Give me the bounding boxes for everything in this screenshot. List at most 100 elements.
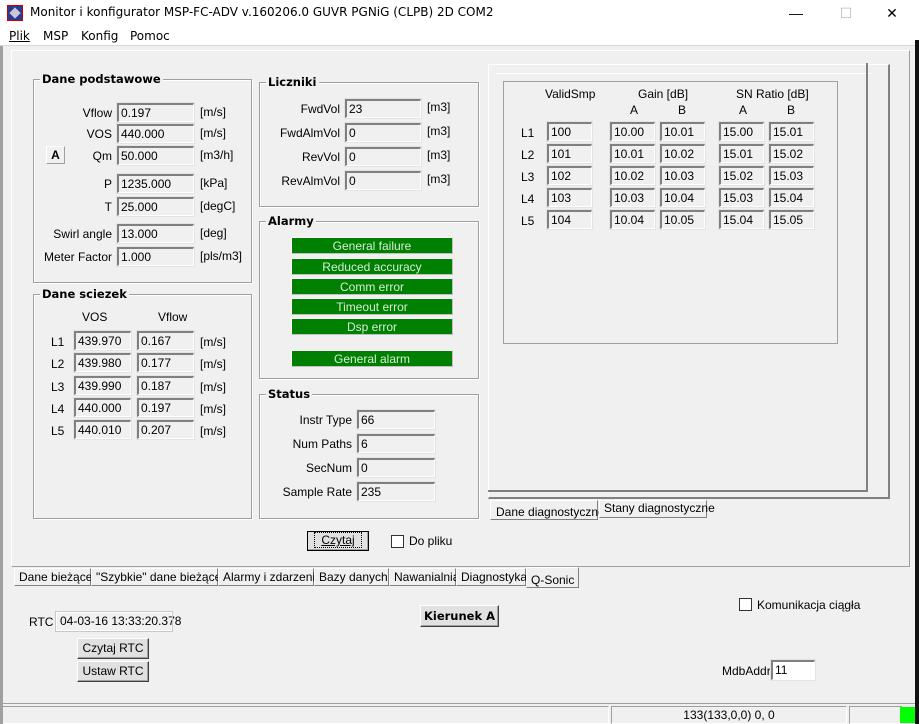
group-title: Dane podstawowe (40, 72, 163, 86)
counter-label: FwdAlmVol (279, 126, 340, 140)
unit-label: [pls/m3] (200, 249, 243, 263)
maximize-button[interactable]: ☐ (823, 0, 869, 26)
gain-b-field: 10.02 (659, 143, 706, 164)
field-label: Qm (92, 149, 112, 163)
menu-plik[interactable]: Plik (9, 29, 30, 43)
maximize-icon: ☐ (839, 4, 853, 21)
value-field: 25.000 (116, 196, 195, 217)
path-label: L4 (51, 402, 65, 416)
tab-label: Stany diagnostyczne (604, 501, 715, 515)
status-cell-left (3, 706, 609, 724)
tab-label: Dane diagnostyczne (496, 505, 605, 519)
unit-label: [kPa] (200, 176, 228, 190)
vos-field: 439.980 (73, 352, 132, 373)
unit-label: [m3] (427, 124, 451, 138)
field-label: Vflow (82, 106, 112, 120)
sub-header-sn-a: A (739, 103, 748, 117)
main-tab[interactable]: Alarmy i zdarzenia (218, 568, 322, 586)
continuous-comm-checkbox[interactable] (739, 598, 752, 611)
tab-dane-diagnostyczne[interactable]: Dane diagnostyczne (490, 500, 605, 520)
col-header-gain: Gain [dB] (638, 87, 689, 101)
field-label: T (104, 200, 112, 214)
menu-konfig[interactable]: Konfig (81, 29, 118, 43)
alarm-indicator: Dsp error (291, 318, 453, 335)
vos-field: 439.990 (73, 375, 132, 396)
unit-label: [m3/h] (200, 148, 234, 162)
counter-label: RevAlmVol (281, 174, 340, 188)
field-label: P (103, 177, 112, 191)
field-label: Meter Factor (43, 250, 112, 264)
to-file-checkbox[interactable] (391, 535, 404, 548)
col-header-vflow: Vflow (158, 310, 188, 324)
close-button[interactable]: ✕ (869, 0, 915, 26)
close-icon: ✕ (886, 4, 898, 21)
unit-label: [m/s] (200, 335, 226, 349)
main-tab[interactable]: "Szybkie" dane bieżące (91, 568, 221, 586)
tab-stany-diagnostyczne[interactable]: Stany diagnostyczne (599, 500, 715, 518)
status-field: 6 (356, 433, 436, 454)
main-tab[interactable]: Dane bieżące (14, 568, 92, 586)
value-field: 0.197 (116, 102, 195, 123)
read-button[interactable]: Czytaj (307, 531, 369, 551)
sn-b-field: 15.01 (768, 121, 815, 142)
minimize-button[interactable]: — (773, 0, 819, 26)
path-label: L1 (521, 126, 535, 140)
mdbaddr-label: MdbAddr (722, 664, 771, 678)
rtc-value: 04-03-16 13:33:20.378 (55, 611, 181, 632)
path-label: L3 (521, 170, 535, 184)
connection-indicator (900, 707, 915, 723)
unit-label: [m3] (427, 172, 451, 186)
vos-field: 439.970 (73, 330, 132, 351)
group-title: Liczniki (266, 75, 319, 89)
counter-label: RevVol (301, 150, 340, 164)
col-header-sn-ratio: SN Ratio [dB] (736, 87, 809, 101)
sub-header-sn-b: B (787, 103, 796, 117)
main-tab[interactable]: Bazy danych (314, 568, 389, 586)
field-label: Swirl angle (53, 227, 112, 241)
unit-label: [m/s] (200, 126, 226, 140)
alarm-indicator: Reduced accuracy (291, 258, 453, 275)
menu-pomoc[interactable]: Pomoc (130, 29, 170, 43)
path-label: L1 (51, 335, 65, 349)
app-icon (7, 5, 23, 21)
alarm-indicator: Timeout error (291, 298, 453, 315)
gain-b-field: 10.01 (659, 121, 706, 142)
gain-a-field: 10.00 (609, 121, 656, 142)
direction-button[interactable]: Kierunek A (420, 605, 499, 627)
value-field: 1235.000 (116, 173, 195, 194)
continuous-comm-label: Komunikacja ciągła (757, 598, 861, 612)
vflow-field: 0.177 (136, 352, 195, 373)
read-rtc-button[interactable]: Czytaj RTC (77, 638, 149, 659)
group-title: Status (266, 387, 313, 401)
sn-a-field: 15.01 (718, 143, 765, 164)
gain-a-field: 10.03 (609, 187, 656, 208)
main-tab[interactable]: Q-Sonic (526, 567, 579, 588)
sn-a-field: 15.02 (718, 165, 765, 186)
minimize-icon: — (789, 5, 803, 21)
vos-field: 440.000 (73, 397, 132, 418)
sn-a-field: 15.04 (718, 209, 765, 230)
mdbaddr-input[interactable]: 11 (770, 659, 816, 681)
path-label: L2 (521, 148, 535, 162)
value-field: 13.000 (116, 223, 195, 244)
status-field: 66 (356, 409, 436, 430)
main-tab[interactable]: Nawanialnia (389, 568, 459, 586)
main-tab[interactable]: Diagnostyka (456, 568, 527, 586)
sn-a-field: 15.00 (718, 121, 765, 142)
diagnostics-inner-frame (866, 63, 868, 490)
path-label: L3 (51, 380, 65, 394)
status-cell-empty (849, 706, 903, 724)
rtc-label: RTC (29, 615, 54, 629)
menu-msp[interactable]: MSP (43, 29, 68, 43)
sn-b-field: 15.05 (768, 209, 815, 230)
set-rtc-button[interactable]: Ustaw RTC (77, 661, 149, 682)
menu-bar: Plik MSP Konfig Pomoc (0, 26, 919, 46)
counter-field: 0 (344, 146, 422, 167)
path-label: L4 (521, 192, 535, 206)
alarm-indicator: Comm error (291, 278, 453, 295)
value-field: 440.000 (116, 123, 195, 144)
background-strip (915, 40, 919, 724)
status-label: SecNum (305, 461, 352, 475)
diagnostics-inner-bottom (488, 490, 868, 492)
counter-field: 0 (344, 122, 422, 143)
